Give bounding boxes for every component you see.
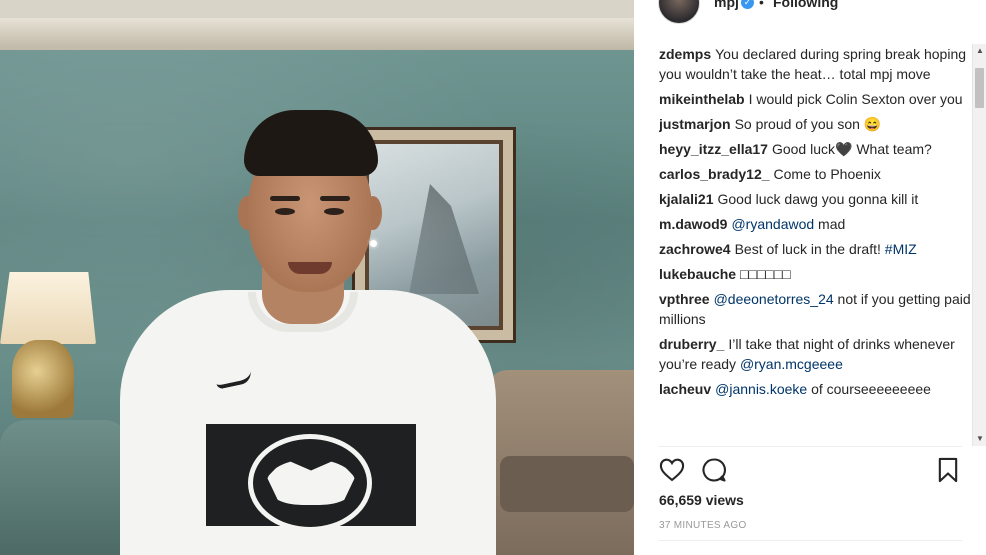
comment-item: justmarjon So proud of you son 😄 — [659, 114, 971, 134]
comment-item: druberry_ I’ll take that night of drinks … — [659, 334, 971, 374]
comment-text: Good luck dawg you gonna kill it — [717, 191, 919, 207]
lamp-shade — [0, 272, 96, 344]
view-count[interactable]: 66,659 views — [659, 492, 744, 508]
comment-username[interactable]: m.dawod9 — [659, 216, 727, 232]
comment-item: carlos_brady12_ Come to Phoenix — [659, 164, 971, 184]
comment-mention-link[interactable]: @jannis.koeke — [715, 381, 807, 397]
comment-mention-link[interactable]: @ryan.mcgeeee — [740, 356, 843, 372]
comments-scrollbar[interactable]: ▲ ▼ — [972, 44, 986, 446]
comment-item: vpthree @deeonetorres_24 not if you getti… — [659, 289, 971, 329]
comment-username[interactable]: mikeinthelab — [659, 91, 745, 107]
comment-item: zachrowe4 Best of luck in the draft! #MIZ — [659, 239, 971, 259]
following-button[interactable]: Following — [773, 0, 838, 10]
post-side-panel: mpj ✓ • Following zdemps You declared dur… — [634, 0, 986, 555]
comment-text: I would pick Colin Sexton over you — [748, 91, 963, 107]
post-header: mpj ✓ • Following — [634, 0, 986, 26]
heart-icon[interactable] — [658, 456, 686, 484]
left-eye — [275, 208, 295, 215]
mouth — [288, 262, 332, 274]
comment-username[interactable]: druberry_ — [659, 336, 724, 352]
right-eyebrow — [320, 196, 350, 201]
comment-item: lukebauche □□□□□□ — [659, 264, 971, 284]
scrollbar-thumb[interactable] — [975, 68, 984, 108]
comment-username[interactable]: justmarjon — [659, 116, 731, 132]
comments-list: zdemps You declared during spring break h… — [659, 44, 971, 446]
hair — [244, 110, 378, 176]
earring — [370, 240, 377, 247]
divider — [658, 540, 962, 541]
comment-item: m.dawod9 @ryandawod mad — [659, 214, 971, 234]
scroll-down-arrow-icon[interactable]: ▼ — [973, 432, 986, 446]
tiger-logo — [248, 434, 372, 532]
verified-badge-icon: ✓ — [741, 0, 754, 9]
comment-username[interactable]: carlos_brady12_ — [659, 166, 770, 182]
comment-text: Best of luck in the draft! — [734, 241, 885, 257]
comment-username[interactable]: zdemps — [659, 46, 711, 62]
couch-cushion — [500, 456, 634, 512]
comment-mention-link[interactable]: @deeonetorres_24 — [714, 291, 834, 307]
comment-item: heyy_itzz_ella17 Good luck🖤 What team? — [659, 139, 971, 159]
comment-username[interactable]: vpthree — [659, 291, 710, 307]
comment-text: So proud of you son 😄 — [734, 116, 882, 132]
scroll-up-arrow-icon[interactable]: ▲ — [973, 44, 986, 58]
comment-item: zdemps You declared during spring break h… — [659, 44, 971, 84]
left-eyebrow — [270, 196, 300, 201]
person — [120, 104, 520, 555]
video-player[interactable] — [0, 0, 634, 555]
post-timestamp[interactable]: 37 MINUTES AGO — [659, 520, 747, 531]
header-separator: • — [759, 0, 764, 10]
comment-text: □□□□□□ — [740, 266, 791, 282]
ceiling-molding — [0, 18, 634, 50]
comment-text: mad — [814, 216, 846, 232]
comment-username[interactable]: zachrowe4 — [659, 241, 731, 257]
comment-bubble-icon[interactable] — [700, 456, 728, 484]
divider — [658, 446, 962, 447]
comment-item: mikeinthelab I would pick Colin Sexton ov… — [659, 89, 971, 109]
comment-text: Come to Phoenix — [773, 166, 881, 182]
lamp-base — [12, 340, 74, 418]
bookmark-icon[interactable] — [934, 456, 962, 484]
right-eye — [324, 208, 344, 215]
comment-username[interactable]: lukebauche — [659, 266, 736, 282]
action-bar — [658, 456, 962, 484]
comment-text: of courseeeeeeeee — [807, 381, 931, 397]
comment-username[interactable]: heyy_itzz_ella17 — [659, 141, 768, 157]
comment-item: lacheuv @jannis.koeke of courseeeeeeeee — [659, 379, 971, 399]
armchair — [0, 420, 130, 555]
username-link[interactable]: mpj — [714, 0, 739, 10]
comment-username[interactable]: lacheuv — [659, 381, 711, 397]
comment-mention-link[interactable]: #MIZ — [885, 241, 917, 257]
comment-username[interactable]: kjalali21 — [659, 191, 714, 207]
comment-text: Good luck🖤 What team? — [771, 141, 932, 157]
avatar[interactable] — [658, 0, 700, 24]
comment-item: kjalali21 Good luck dawg you gonna kill i… — [659, 189, 971, 209]
comment-mention-link[interactable]: @ryandawod — [731, 216, 814, 232]
